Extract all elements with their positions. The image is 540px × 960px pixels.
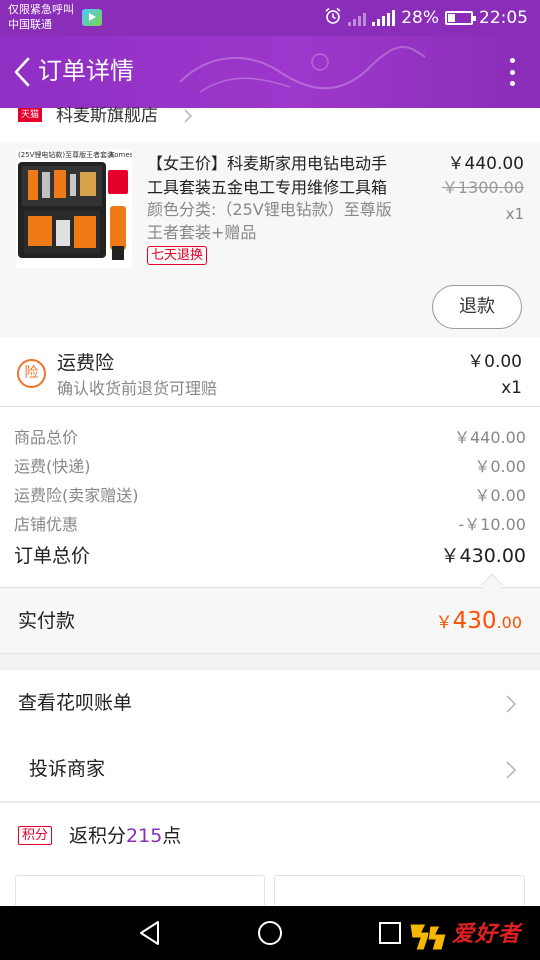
summary-value: ￥0.00: [474, 457, 526, 476]
link-label: 投诉商家: [29, 758, 106, 780]
summary-row-shipping-insurance: 运费险(卖家赠送) ￥0.00: [14, 484, 526, 508]
triangle-back-icon: [140, 921, 159, 945]
summary-value: -￥10.00: [458, 515, 526, 534]
status-indicators: 28% 22:05: [324, 0, 528, 36]
paid-currency: ￥: [435, 613, 453, 633]
alarm-icon: [324, 7, 342, 29]
chevron-right-icon: [506, 695, 517, 713]
summary-row-order-total: 订单总价 ￥430.00: [14, 542, 526, 570]
order-total-value: ￥430.00: [440, 545, 526, 567]
view-huabei-bill-link[interactable]: 查看花呗账单: [0, 670, 540, 736]
insurance-icon: 险: [17, 359, 46, 388]
points-prefix: 返积分: [69, 825, 127, 847]
order-total-label: 订单总价: [14, 545, 91, 567]
carrier-emergency-text: 仅限紧急呼叫: [8, 3, 74, 16]
system-nav-bar: 爱好者: [0, 906, 540, 960]
image-brand: Komes: [110, 151, 132, 159]
shop-row[interactable]: 天猫 科麦斯旗舰店: [0, 106, 540, 142]
paid-integer: 430: [452, 608, 497, 634]
action-links: 查看花呗账单 投诉商家: [0, 670, 540, 802]
points-text: 返积分215点: [69, 823, 181, 849]
app-header: 订单详情: [0, 36, 540, 108]
watermark-logo: 爱好者: [406, 916, 530, 954]
toolkit-image-icon: [16, 150, 132, 268]
nav-home-button[interactable]: [250, 916, 290, 950]
battery-percent: 28%: [401, 8, 439, 28]
chevron-left-icon: [14, 57, 30, 87]
actual-payment-row: 实付款 ￥430.00: [0, 588, 540, 654]
carrier-name: 中国联通: [8, 18, 52, 31]
summary-row-store-discount: 店铺优惠 -￥10.00: [14, 513, 526, 537]
carrier-info: 仅限紧急呼叫 中国联通: [8, 2, 74, 32]
summary-label: 店铺优惠: [14, 515, 79, 534]
insurance-description: 确认收货前退货可理赔: [57, 379, 218, 398]
product-original-price: ￥1300.00: [441, 178, 524, 197]
points-row: 积分 返积分215点: [0, 803, 540, 915]
watermark-mark-icon: [409, 923, 447, 951]
clock-time: 22:05: [479, 8, 528, 28]
circle-home-icon: [258, 921, 282, 945]
points-badge: 积分: [18, 826, 53, 845]
insurance-title: 运费险: [57, 352, 115, 374]
nav-recents-button[interactable]: [370, 916, 410, 950]
insurance-price: ￥0.00: [467, 352, 522, 372]
battery-icon: [445, 11, 476, 25]
back-button[interactable]: [4, 46, 40, 98]
summary-row-goods-total: 商品总价 ￥440.00: [14, 426, 526, 450]
points-suffix: 点: [162, 825, 182, 847]
more-dot-icon: [509, 69, 515, 75]
product-price: ￥440.00: [447, 154, 524, 174]
product-quantity: x1: [505, 205, 524, 223]
chevron-right-icon: [506, 761, 517, 779]
complain-merchant-link[interactable]: 投诉商家: [0, 736, 540, 802]
summary-label: 运费险(卖家赠送): [14, 486, 139, 505]
header-decoration-icon: [179, 46, 426, 93]
paid-label: 实付款: [18, 610, 76, 632]
nav-back-button[interactable]: [130, 916, 170, 950]
chevron-right-icon: [184, 109, 193, 123]
product-image[interactable]: (25V锂电钻款)至尊版王者套装 Komes: [16, 150, 132, 268]
paid-decimal: .00: [496, 613, 522, 632]
sim1-signal-icon: [348, 10, 367, 26]
price-summary: 商品总价 ￥440.00 运费(快递) ￥0.00 运费险(卖家赠送) ￥0.0…: [0, 407, 540, 597]
summary-row-shipping: 运费(快递) ￥0.00: [14, 455, 526, 479]
shipping-insurance-row: 险 运费险 确认收货前退货可理赔 ￥0.00 x1: [0, 337, 540, 407]
watermark-text: 爱好者: [452, 922, 522, 947]
image-caption: (25V锂电钻款)至尊版王者套装: [18, 151, 115, 159]
summary-label: 商品总价: [14, 428, 79, 447]
refund-button[interactable]: 退款: [432, 285, 522, 329]
insurance-quantity: x1: [501, 378, 522, 398]
square-recents-icon: [379, 922, 401, 944]
more-dot-icon: [509, 58, 515, 63]
paid-amount: ￥430.00: [436, 606, 522, 638]
product-title[interactable]: 【女王价】科麦斯家用电钻电动手工具套装五金电工专用维修工具箱: [147, 152, 402, 200]
sim2-signal-icon: [372, 10, 396, 26]
points-value: 215: [126, 825, 163, 847]
more-options-button[interactable]: [504, 54, 520, 90]
summary-value: ￥440.00: [454, 428, 526, 447]
return-policy-badge: 七天退换: [147, 246, 208, 265]
product-item[interactable]: (25V锂电钻款)至尊版王者套装 Komes 【女王价】科麦斯家用电钻电动手工具…: [0, 142, 540, 337]
shop-name: 科麦斯旗舰店: [56, 106, 158, 126]
video-app-icon: [82, 9, 102, 26]
tmall-badge: 天猫: [18, 108, 42, 122]
page-title: 订单详情: [38, 57, 134, 85]
product-spec: 颜色分类:（25V锂电钻款）至尊版王者套装+赠品: [147, 200, 392, 242]
status-bar: 仅限紧急呼叫 中国联通 28% 22:05: [0, 0, 540, 36]
link-label: 查看花呗账单: [18, 692, 133, 714]
summary-label: 运费(快递): [14, 457, 91, 476]
more-dot-icon: [509, 81, 515, 86]
summary-value: ￥0.00: [474, 486, 526, 505]
